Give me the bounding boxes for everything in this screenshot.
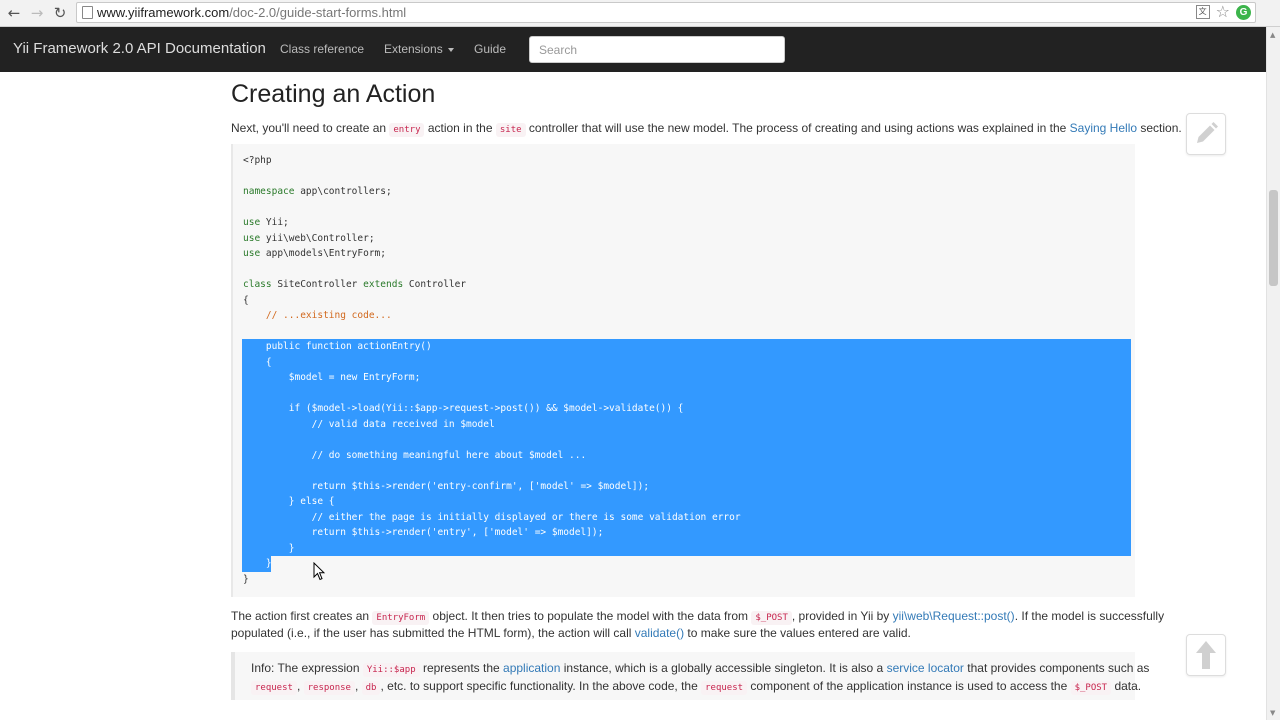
intro-paragraph: Next, you'll need to create an entry act…	[231, 121, 1182, 137]
code-line: return $this->render('entry-confirm', ['…	[243, 480, 650, 492]
arrow-up-icon	[1196, 641, 1216, 669]
explain-text: populated (i.e., if the user has submitt…	[231, 626, 635, 640]
back-to-top-button[interactable]	[1186, 634, 1226, 676]
intro-text: section.	[1137, 121, 1182, 135]
code-line: // either the page is initially displaye…	[243, 511, 741, 523]
info-text: ,	[296, 679, 304, 693]
intro-text: action in the	[424, 121, 496, 135]
code-line: public function actionEntry()	[243, 341, 432, 352]
info-text: that provides components such as	[963, 661, 1150, 675]
code-line: }	[243, 573, 249, 585]
inline-code: response	[303, 681, 355, 695]
code-line: }	[243, 542, 295, 554]
explain-line-1: The action first creates an EntryForm ob…	[231, 609, 1165, 625]
code-line: namespace app\controllers;	[243, 186, 392, 197]
info-text: , etc. to support specific functionality…	[380, 679, 702, 693]
star-icon[interactable]: ☆	[1216, 4, 1230, 20]
code-line: // valid data received in $model	[243, 418, 495, 430]
scroll-up-icon[interactable]: ▲	[1270, 31, 1275, 39]
inline-code: entry	[389, 123, 425, 137]
code-line: {	[243, 356, 272, 368]
info-text: data.	[1111, 679, 1142, 693]
info-text: Info: The expression	[251, 661, 363, 675]
url-text[interactable]: www.yiiframework.com/doc-2.0/guide-start…	[97, 5, 406, 20]
reload-icon[interactable]: ↻	[51, 4, 69, 22]
inline-code: request	[701, 681, 748, 695]
code-line: {	[243, 294, 249, 306]
explain-text: The action first creates an	[231, 609, 373, 623]
forward-arrow-icon[interactable]: →	[28, 4, 46, 22]
explain-text: to make sure the values entered are vali…	[684, 626, 911, 640]
translate-icon[interactable]: 文	[1195, 5, 1210, 19]
info-text: represents the	[419, 661, 504, 675]
code-line: }	[243, 558, 272, 569]
inline-code: db	[361, 681, 381, 695]
edit-page-button[interactable]	[1186, 113, 1226, 155]
explain-text: object. It then tries to populate the mo…	[429, 609, 752, 623]
page-scrollbar[interactable]: ▲ ▼	[1266, 27, 1280, 720]
inline-code: EntryForm	[372, 611, 430, 625]
saying-hello-link[interactable]: Saying Hello	[1070, 121, 1137, 135]
extension-icon[interactable]: G	[1236, 4, 1251, 20]
application-link[interactable]: application	[503, 661, 560, 675]
explain-text: . If the model is successfully	[1014, 609, 1165, 623]
code-line: use Yii;	[243, 217, 289, 228]
code-line: use yii\web\Controller;	[243, 232, 375, 244]
info-line-2: request, response, db, etc. to support s…	[251, 679, 1142, 695]
search-input[interactable]	[529, 36, 785, 63]
navbar-brand[interactable]: Yii Framework 2.0 API Documentation	[13, 40, 266, 57]
code-line: // ...existing code...	[243, 310, 392, 321]
info-text: ,	[354, 679, 362, 693]
mouse-cursor-icon	[313, 562, 325, 581]
url-path: /doc-2.0/guide-start-forms.html	[229, 5, 407, 20]
intro-text: controller that will use the new model. …	[525, 121, 1070, 135]
info-text: instance, which is a globally accessible…	[560, 661, 887, 675]
scrollbar-thumb[interactable]	[1269, 190, 1278, 286]
address-bar[interactable]: www.yiiframework.com/doc-2.0/guide-start…	[76, 2, 1256, 23]
explain-text: , provided in Yii by	[791, 609, 893, 623]
code-line: } else {	[243, 496, 335, 507]
intro-text: Next, you'll need to create an	[231, 121, 390, 135]
nav-guide[interactable]: Guide	[474, 42, 506, 56]
nav-class-reference[interactable]: Class reference	[280, 42, 364, 56]
info-line-1: Info: The expression Yii::$app represent…	[251, 661, 1150, 677]
code-line: $model = new EntryForm;	[243, 372, 421, 383]
code-line: return $this->render('entry', ['model' =…	[243, 527, 604, 538]
inline-code: site	[495, 123, 526, 137]
code-line: class SiteController extends Controller	[243, 279, 467, 290]
code-line: <?php	[243, 155, 272, 166]
pencil-icon	[1197, 122, 1218, 143]
site-navbar: Yii Framework 2.0 API Documentation Clas…	[0, 27, 1266, 72]
browser-toolbar: ← → ↻ www.yiiframework.com/doc-2.0/guide…	[0, 0, 1280, 27]
code-line: use app\models\EntryForm;	[243, 248, 387, 259]
url-host: www.yiiframework.com	[97, 5, 230, 20]
nav-extensions[interactable]: Extensions	[384, 42, 454, 56]
nav-extensions-label: Extensions	[384, 42, 443, 56]
scroll-down-icon[interactable]: ▼	[1270, 709, 1275, 717]
inline-code: request	[251, 681, 297, 695]
inline-code: $_POST	[1070, 681, 1112, 695]
inline-code: Yii::$app	[362, 663, 420, 677]
page-icon	[82, 6, 93, 19]
code-line: if ($model->load(Yii::$app->request->pos…	[243, 403, 684, 414]
inline-code: $_POST	[751, 611, 792, 625]
info-text: component of the application instance is…	[747, 679, 1071, 693]
back-arrow-icon[interactable]: ←	[5, 4, 23, 22]
code-line: // do something meaningful here about $m…	[243, 449, 587, 461]
service-locator-link[interactable]: service locator	[887, 661, 964, 675]
request-post-link[interactable]: yii\web\Request::post()	[893, 609, 1015, 623]
validate-link[interactable]: validate()	[635, 626, 684, 640]
explain-line-2: populated (i.e., if the user has submitt…	[231, 626, 911, 640]
caret-down-icon	[447, 47, 454, 52]
section-heading: Creating an Action	[231, 80, 436, 108]
